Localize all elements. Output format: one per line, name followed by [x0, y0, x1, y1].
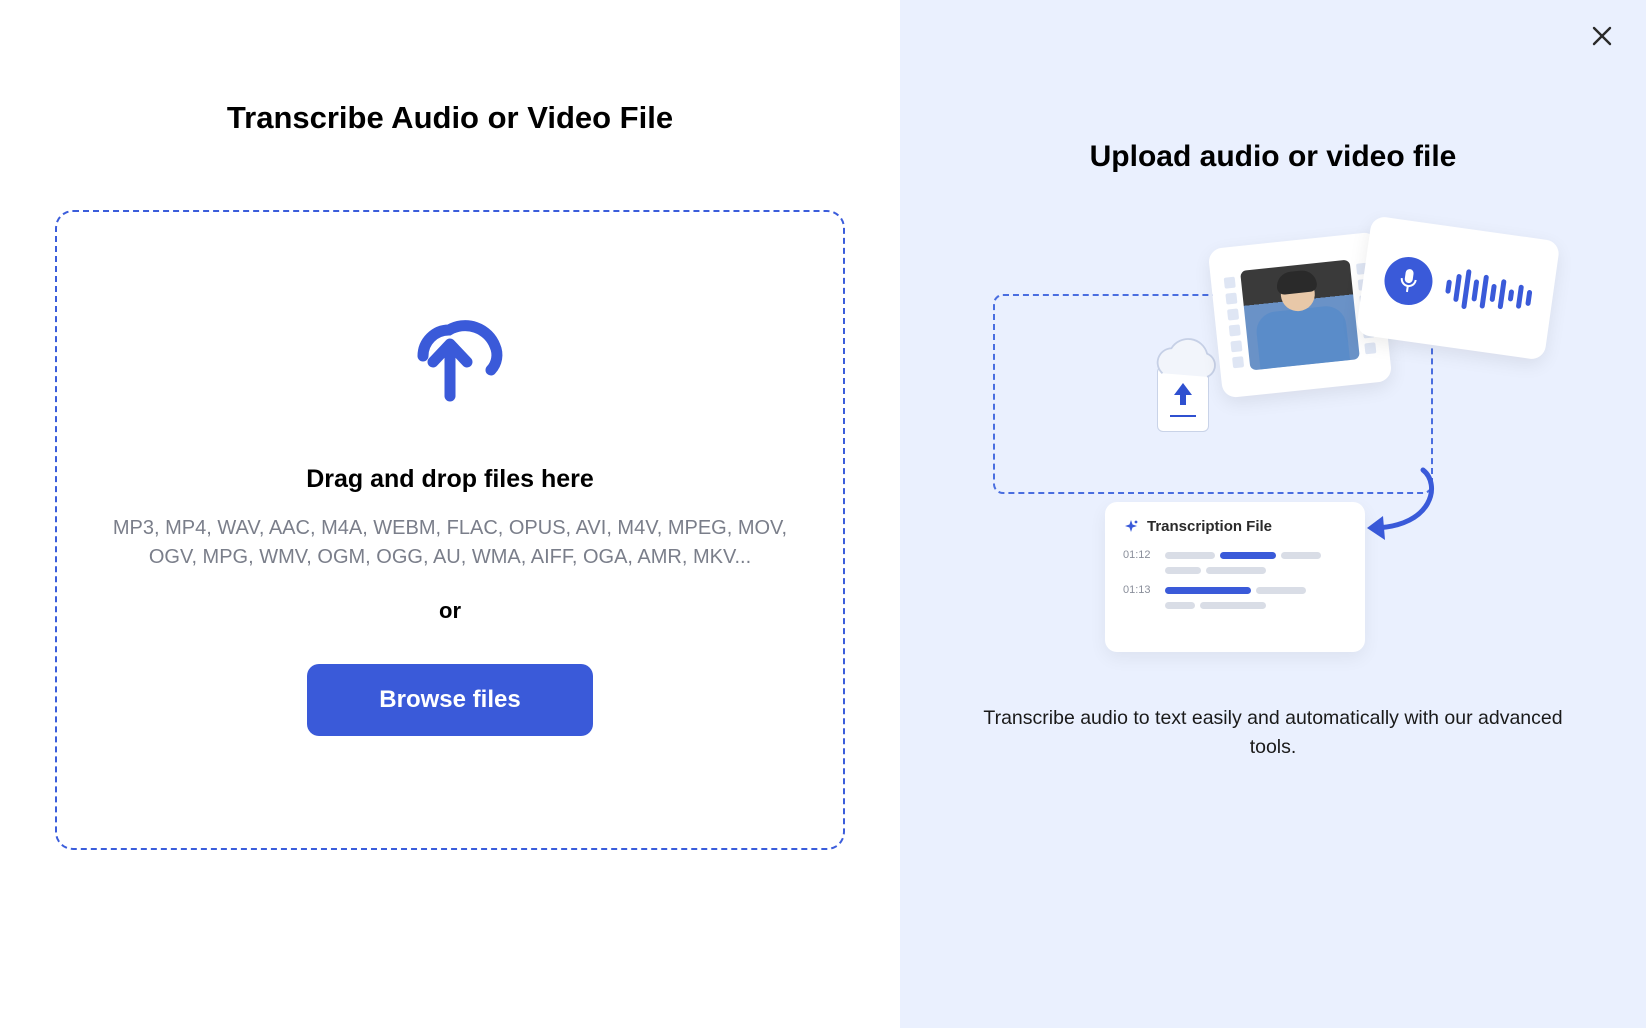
cloud-icon: [1143, 334, 1223, 384]
video-thumbnail: [1240, 260, 1360, 371]
illustration: Transcription File 01:12 01:13: [993, 234, 1553, 674]
right-panel-title: Upload audio or video file: [1090, 140, 1457, 174]
supported-formats-text: MP3, MP4, WAV, AAC, M4A, WEBM, FLAC, OPU…: [100, 514, 800, 572]
browse-files-button[interactable]: Browse files: [307, 664, 592, 736]
left-panel: Transcribe Audio or Video File Drag and …: [0, 0, 900, 1028]
close-button[interactable]: [1586, 20, 1618, 52]
waveform-icon: [1443, 267, 1534, 319]
arrow-icon: [1363, 464, 1453, 554]
timestamp-2: 01:13: [1123, 584, 1155, 596]
upload-icon-group: [1143, 334, 1223, 432]
page-title: Transcribe Audio or Video File: [227, 100, 673, 136]
or-separator: or: [439, 598, 461, 624]
transcription-file-card: Transcription File 01:12 01:13: [1105, 502, 1365, 652]
sparkle-icon: [1123, 519, 1139, 535]
transcription-card-title: Transcription File: [1147, 518, 1272, 535]
right-panel-description: Transcribe audio to text easily and auto…: [983, 704, 1563, 763]
cloud-upload-icon: [385, 296, 515, 411]
drag-drop-text: Drag and drop files here: [306, 465, 594, 494]
dropzone[interactable]: Drag and drop files here MP3, MP4, WAV, …: [55, 210, 845, 850]
right-panel: Upload audio or video file: [900, 0, 1646, 1028]
microphone-icon: [1381, 254, 1435, 308]
close-icon: [1591, 25, 1613, 47]
timestamp-1: 01:12: [1123, 549, 1155, 561]
